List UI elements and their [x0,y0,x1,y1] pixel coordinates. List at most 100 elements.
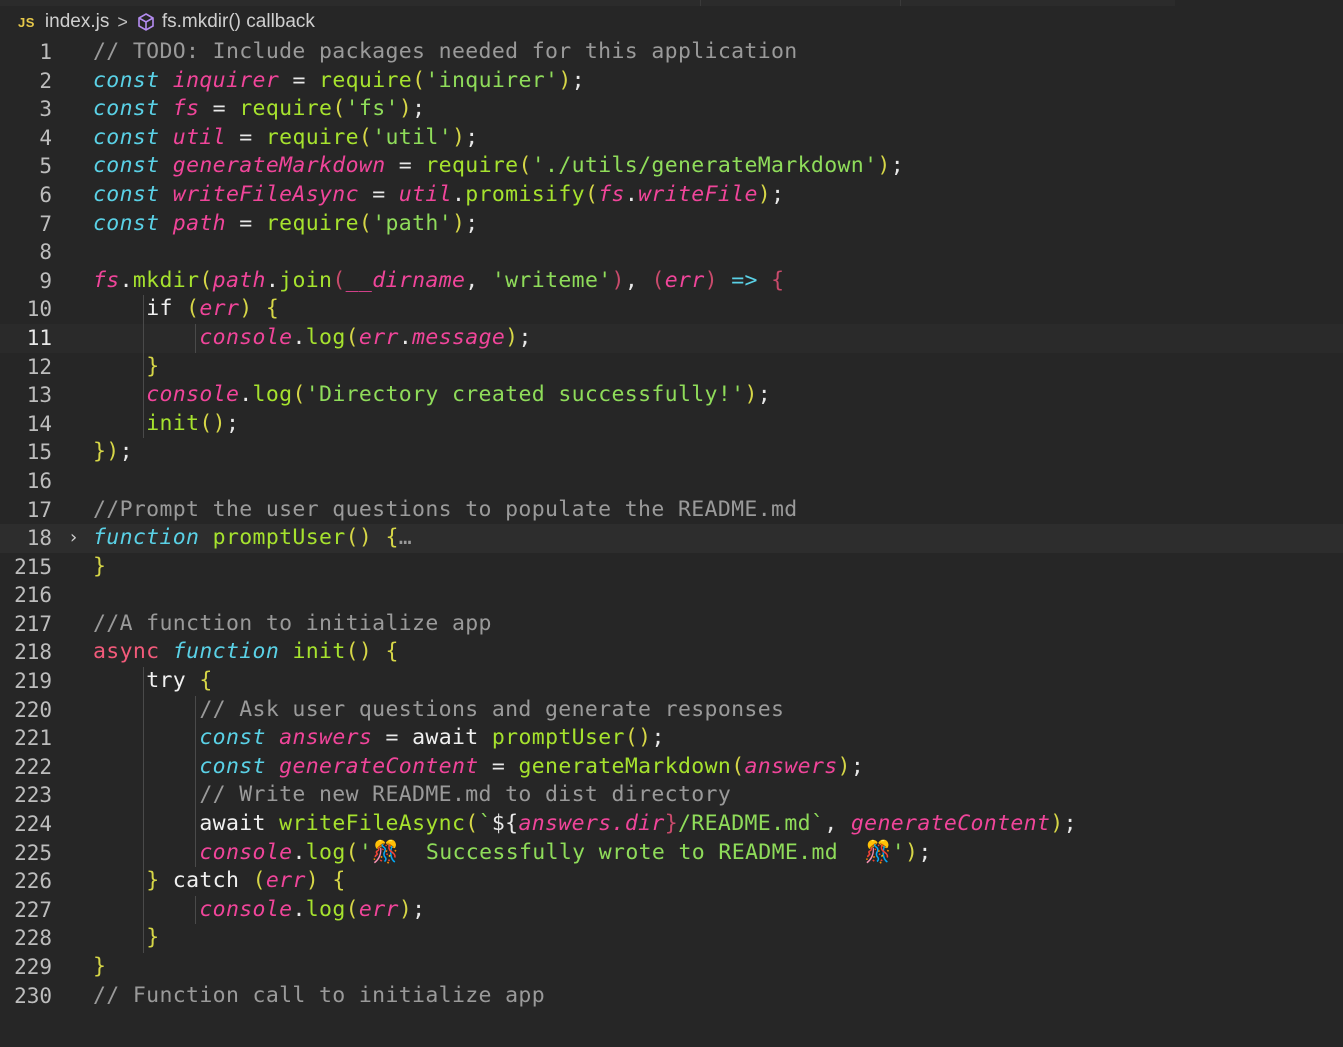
code-text[interactable]: const generateMarkdown = require('./util… [93,152,904,181]
code-text[interactable]: async function init() { [93,638,399,667]
code-text[interactable]: const inquirer = require('inquirer'); [93,67,585,96]
line-number: 227 [14,897,52,922]
code-line[interactable]: 230 // Function call to initialize app [0,982,1343,1011]
code-text[interactable]: console.log('🎊 Successfully wrote to REA… [93,839,932,868]
code-line[interactable]: 221 const answers = await promptUser(); [0,724,1343,753]
line-number: 1 [39,40,52,64]
code-text[interactable]: // Write new README.md to dist directory [93,781,731,810]
code-line[interactable]: 2 const inquirer = require('inquirer'); [0,67,1343,96]
code-line[interactable]: 222 const generateContent = generateMark… [0,752,1343,782]
code-text[interactable]: } catch (err) { [93,867,346,896]
tab-divider [900,0,901,6]
line-number: 217 [14,611,52,636]
code-text[interactable]: } [93,553,106,582]
code-text[interactable]: const generateContent = generateMarkdown… [93,753,864,782]
code-text[interactable]: } [93,953,106,982]
code-line[interactable]: 9 fs.mkdir(path.join(__dirname, 'writeme'… [0,267,1343,296]
line-number: 225 [14,840,52,865]
line-number: 8 [39,240,52,265]
line-number: 229 [14,955,52,979]
code-line[interactable]: 4 const util = require('util'); [0,124,1343,153]
code-line[interactable]: 223 // Write new README.md to dist direc… [0,781,1343,811]
line-number: 15 [26,440,52,465]
code-text[interactable]: const path = require('path'); [93,210,479,239]
code-line[interactable]: 226 } catch (err) { [0,867,1343,896]
code-text[interactable]: console.log(err.message); [93,324,532,353]
line-number: 228 [14,926,52,951]
line-number: 10 [26,297,52,322]
code-text[interactable]: console.log(err); [93,896,425,925]
code-line[interactable]: 14 init(); [0,409,1343,439]
code-line[interactable]: 13 console.log('Directory created succes… [0,381,1343,410]
code-line[interactable]: 218 async function init() { [0,638,1343,667]
code-text[interactable]: } [93,353,159,382]
code-line[interactable]: 228 } [0,924,1343,953]
code-text[interactable]: function promptUser() {… [93,524,412,553]
line-number: 218 [14,640,52,665]
code-text[interactable]: const util = require('util'); [93,124,479,153]
line-number: 6 [39,182,52,207]
code-text[interactable]: // TODO: Include packages needed for thi… [93,38,798,67]
code-line[interactable]: 16 [0,467,1343,496]
line-number: 13 [26,383,52,408]
code-text[interactable]: const writeFileAsync = util.promisify(fs… [93,181,784,210]
code-text[interactable]: if (err) { [93,295,279,324]
code-line[interactable]: 11 console.log(err.message); [0,323,1343,353]
line-number: 226 [14,869,52,894]
line-number: 4 [39,125,52,150]
code-line[interactable]: 17 //Prompt the user questions to populat… [0,496,1343,525]
code-line[interactable]: 216 [0,581,1343,610]
code-text[interactable]: init(); [93,410,239,439]
code-line[interactable]: 229} [0,953,1343,982]
code-line[interactable]: 215} [0,553,1343,582]
breadcrumb-file[interactable]: index.js [45,11,109,33]
line-number: 12 [26,354,52,379]
line-number: 2 [39,68,52,93]
code-line[interactable]: 15}); [0,438,1343,467]
code-line[interactable]: 18 › function promptUser() {… [0,524,1343,553]
code-line[interactable]: 227 console.log(err); [0,895,1343,925]
code-line[interactable]: 219 try { [0,667,1343,696]
code-line[interactable]: 10 if (err) { [0,295,1343,324]
tab-divider [700,0,701,6]
code-text[interactable]: try { [93,667,213,696]
code-text[interactable]: const answers = await promptUser(); [93,724,665,753]
code-text[interactable]: await writeFileAsync(`${answers.dir}/REA… [93,810,1077,839]
code-text[interactable]: // Function call to initialize app [93,982,545,1011]
code-line[interactable]: 3 const fs = require('fs'); [0,95,1343,124]
fold-chevron-icon[interactable]: › [68,524,84,553]
line-number: 215 [14,554,52,579]
line-number: 224 [14,812,52,837]
code-line[interactable]: 5 const generateMarkdown = require('./uti… [0,152,1343,181]
code-text[interactable]: //Prompt the user questions to populate … [93,496,798,525]
code-line[interactable]: 7 const path = require('path'); [0,210,1343,239]
code-line[interactable]: 220 // Ask user questions and generate r… [0,695,1343,725]
line-number: 222 [14,754,52,779]
code-line[interactable]: 224 await writeFileAsync(`${answers.dir}… [0,810,1343,839]
code-text[interactable]: } [93,924,159,953]
line-number: 7 [39,211,52,236]
line-number: 16 [26,468,52,493]
line-number: 230 [14,983,52,1008]
code-editor[interactable]: 1 // TODO: Include packages needed for th… [0,38,1343,1010]
code-text[interactable]: console.log('Directory created successfu… [93,381,771,410]
code-line[interactable]: 1 // TODO: Include packages needed for th… [0,38,1343,67]
code-line[interactable]: 12 } [0,352,1343,382]
line-number: 3 [39,97,52,122]
line-number: 219 [14,669,52,694]
line-number: 17 [26,497,52,522]
code-text[interactable]: }); [93,438,133,467]
code-line[interactable]: 225 console.log('🎊 Successfully wrote to… [0,838,1343,868]
breadcrumb-symbol[interactable]: fs.mkdir() callback [162,11,315,33]
code-line[interactable]: 8 [0,238,1343,267]
code-line[interactable]: 6 const writeFileAsync = util.promisify(f… [0,181,1343,210]
line-number: 5 [39,154,52,179]
code-text[interactable]: const fs = require('fs'); [93,95,425,124]
code-text[interactable]: //A function to initialize app [93,610,492,639]
line-number: 14 [26,411,52,436]
code-text[interactable]: // Ask user questions and generate respo… [93,696,784,725]
code-text[interactable]: fs.mkdir(path.join(__dirname, 'writeme')… [93,267,784,296]
editor-tab-strip [0,0,1175,6]
code-line[interactable]: 217 //A function to initialize app [0,610,1343,639]
cube-icon [138,13,154,31]
